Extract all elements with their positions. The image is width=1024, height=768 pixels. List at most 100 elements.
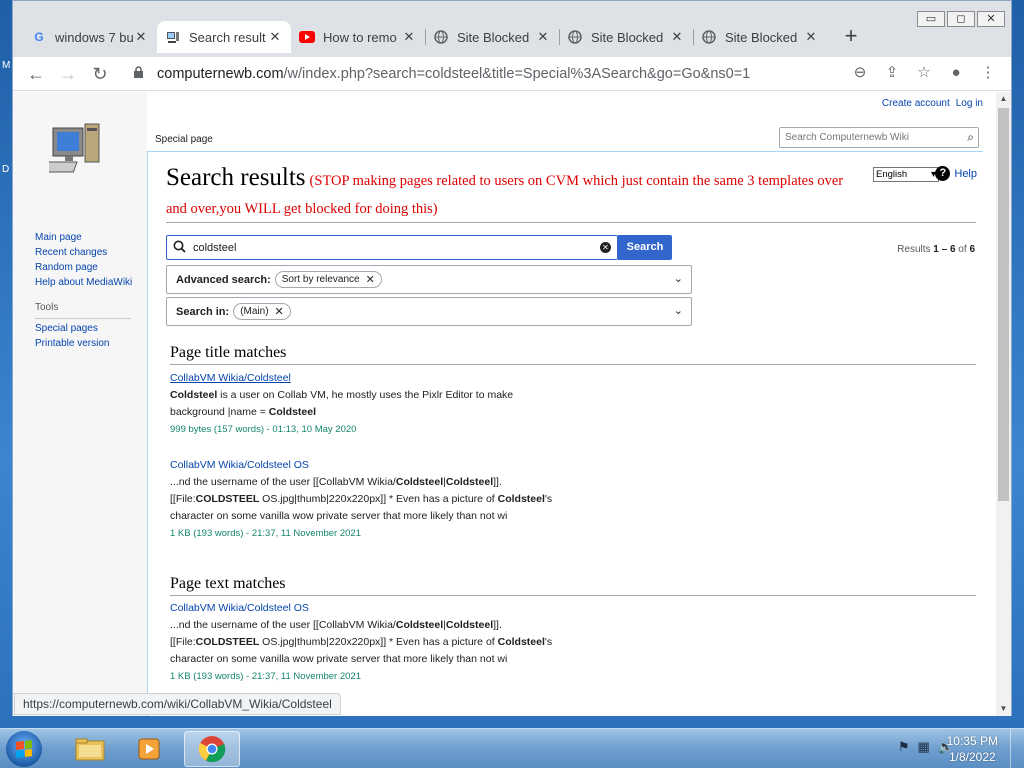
tab-site-blocked-2[interactable]: Site Blocked ✕: [559, 21, 693, 53]
result-snippet: [[File:COLDSTEEL OS.jpg|thumb|220x220px]…: [170, 634, 810, 651]
results-count-range: 1 – 6: [933, 244, 956, 255]
menu-kebab-icon[interactable]: ⋮: [977, 62, 999, 84]
chrome-icon: [198, 736, 226, 763]
media-player-taskbar-button[interactable]: [122, 731, 178, 767]
sidebar-nav: Main page Recent changes Random page Hel…: [35, 230, 132, 351]
tab-title: Site Blocked: [457, 29, 530, 45]
search-button[interactable]: Search: [618, 235, 672, 260]
search-icon[interactable]: ⌕: [967, 130, 974, 145]
web-page: Main page Recent changes Random page Hel…: [13, 92, 997, 716]
chevron-down-icon[interactable]: ⌄: [674, 272, 683, 285]
snippet-text: ...nd the username of the user [[CollabV…: [170, 619, 396, 631]
address-bar-actions: ⊖ ⇪ ☆ ● ⋮: [849, 62, 999, 84]
search-input[interactable]: coldsteel ✕: [166, 235, 618, 260]
url-host: computernewb.com: [157, 66, 284, 82]
window-controls: ▭ ◻ ✕: [917, 11, 1005, 27]
minimize-button[interactable]: ▭: [917, 11, 945, 27]
advanced-search-fieldset[interactable]: Advanced search: Sort by relevance ✕ ⌄: [166, 265, 692, 294]
wiki-logo[interactable]: [38, 118, 109, 180]
clock-date: 1/8/2022: [948, 750, 996, 764]
tab-youtube[interactable]: How to remo ✕: [291, 21, 425, 53]
language-select[interactable]: English: [873, 167, 939, 182]
youtube-icon: [299, 29, 315, 45]
remove-chip-icon[interactable]: ✕: [366, 273, 375, 286]
tab-site-blocked-1[interactable]: Site Blocked ✕: [425, 21, 559, 53]
forward-arrow-icon[interactable]: →: [55, 61, 81, 87]
sidebar-item-random-page[interactable]: Random page: [35, 260, 132, 275]
sidebar-item-help[interactable]: Help about MediaWiki: [35, 275, 132, 290]
scroll-down-icon[interactable]: ▼: [996, 702, 1011, 716]
log-in-link[interactable]: Log in: [956, 98, 983, 109]
help-link[interactable]: ? Help: [935, 166, 977, 181]
search-in-fieldset[interactable]: Search in: (Main) ✕ ⌄: [166, 297, 692, 326]
network-icon[interactable]: ▦: [918, 739, 930, 755]
snippet-text: [[File:: [170, 493, 196, 505]
sort-chip[interactable]: Sort by relevance ✕: [274, 271, 382, 288]
tabs: G windows 7 bu ✕ Search result ✕ How to …: [23, 21, 867, 53]
tab-search-results[interactable]: Search result ✕: [157, 21, 291, 53]
page-scrollbar[interactable]: ▲ ▼: [996, 92, 1011, 716]
reload-icon[interactable]: ↻: [87, 61, 113, 87]
sidebar-item-recent-changes[interactable]: Recent changes: [35, 245, 132, 260]
tab-windows7[interactable]: G windows 7 bu ✕: [23, 21, 157, 53]
globe-icon: [701, 29, 717, 45]
scroll-up-icon[interactable]: ▲: [996, 92, 1011, 106]
tab-title: Site Blocked: [725, 29, 798, 45]
address-bar[interactable]: computernewb.com/w/index.php?search=cold…: [125, 60, 999, 88]
url-path: /w/index.php?search=coldsteel&title=Spec…: [283, 66, 751, 82]
close-tab-icon[interactable]: ✕: [669, 29, 685, 45]
scrollbar-thumb[interactable]: [998, 108, 1009, 501]
highlight: Coldsteel: [445, 619, 494, 631]
result-snippet: background |name = Coldsteel: [170, 404, 810, 421]
remove-chip-icon[interactable]: ✕: [275, 305, 284, 318]
close-tab-icon[interactable]: ✕: [401, 29, 417, 45]
bookmark-star-icon[interactable]: ☆: [913, 62, 935, 84]
url-text: computernewb.com/w/index.php?search=cold…: [157, 66, 750, 82]
result-title-link[interactable]: CollabVM Wikia/Coldsteel OS: [170, 600, 810, 617]
highlight: Coldsteel: [395, 619, 444, 631]
create-account-link[interactable]: Create account: [882, 98, 950, 109]
close-tab-icon[interactable]: ✕: [803, 29, 819, 45]
system-tray: ⚑ ▦ 🔈: [898, 739, 954, 755]
close-tab-icon[interactable]: ✕: [535, 29, 551, 45]
clear-icon[interactable]: ✕: [600, 242, 611, 253]
tab-title: Search result: [189, 29, 266, 45]
google-icon: G: [34, 30, 44, 44]
action-center-flag-icon[interactable]: ⚑: [898, 739, 910, 755]
clock[interactable]: 10:35 PM 1/8/2022: [947, 733, 998, 765]
result-title-link[interactable]: CollabVM Wikia/Coldsteel OS: [170, 457, 810, 474]
close-tab-icon[interactable]: ✕: [133, 29, 149, 45]
tab-site-blocked-3[interactable]: Site Blocked ✕: [693, 21, 827, 53]
start-button[interactable]: [6, 731, 42, 767]
new-tab-button[interactable]: +: [835, 21, 867, 53]
wiki-search-input[interactable]: Search Computernewb Wiki ⌕: [779, 127, 979, 148]
maximize-button[interactable]: ◻: [947, 11, 975, 27]
close-tab-icon[interactable]: ✕: [267, 29, 283, 45]
tab-special-page[interactable]: Special page: [153, 134, 215, 145]
profile-icon[interactable]: ●: [945, 62, 967, 84]
close-window-button[interactable]: ✕: [977, 11, 1005, 27]
wiki-search-placeholder: Search Computernewb Wiki: [785, 132, 909, 143]
result-snippet: ...nd the username of the user [[CollabV…: [170, 474, 810, 491]
show-desktop-button[interactable]: [1010, 729, 1024, 768]
tab-title: windows 7 bu: [55, 29, 133, 45]
sidebar-item-special-pages[interactable]: Special pages: [35, 321, 132, 336]
result-title-link[interactable]: CollabVM Wikia/Coldsteel: [170, 370, 810, 387]
highlight: COLDSTEEL: [195, 493, 260, 505]
explorer-taskbar-button[interactable]: [62, 731, 118, 767]
back-arrow-icon[interactable]: ←: [23, 61, 49, 87]
media-player-icon: [138, 738, 160, 760]
chrome-taskbar-button[interactable]: [184, 731, 240, 767]
results-count: Results 1 – 6 of 6: [897, 244, 975, 255]
share-icon[interactable]: ⇪: [881, 62, 903, 84]
result-meta: 1 KB (193 words) - 21:37, 11 November 20…: [170, 671, 361, 682]
sidebar-item-main-page[interactable]: Main page: [35, 230, 132, 245]
results-count-mid: of: [955, 244, 970, 255]
namespace-chip[interactable]: (Main) ✕: [233, 303, 291, 320]
snippet-text: background |name =: [170, 406, 269, 418]
chevron-down-icon[interactable]: ⌄: [674, 304, 683, 317]
namespace-chip-label: (Main): [240, 306, 269, 317]
zoom-icon[interactable]: ⊖: [849, 62, 871, 84]
highlight: COLDSTEEL: [195, 636, 260, 648]
sidebar-item-printable-version[interactable]: Printable version: [35, 336, 132, 351]
